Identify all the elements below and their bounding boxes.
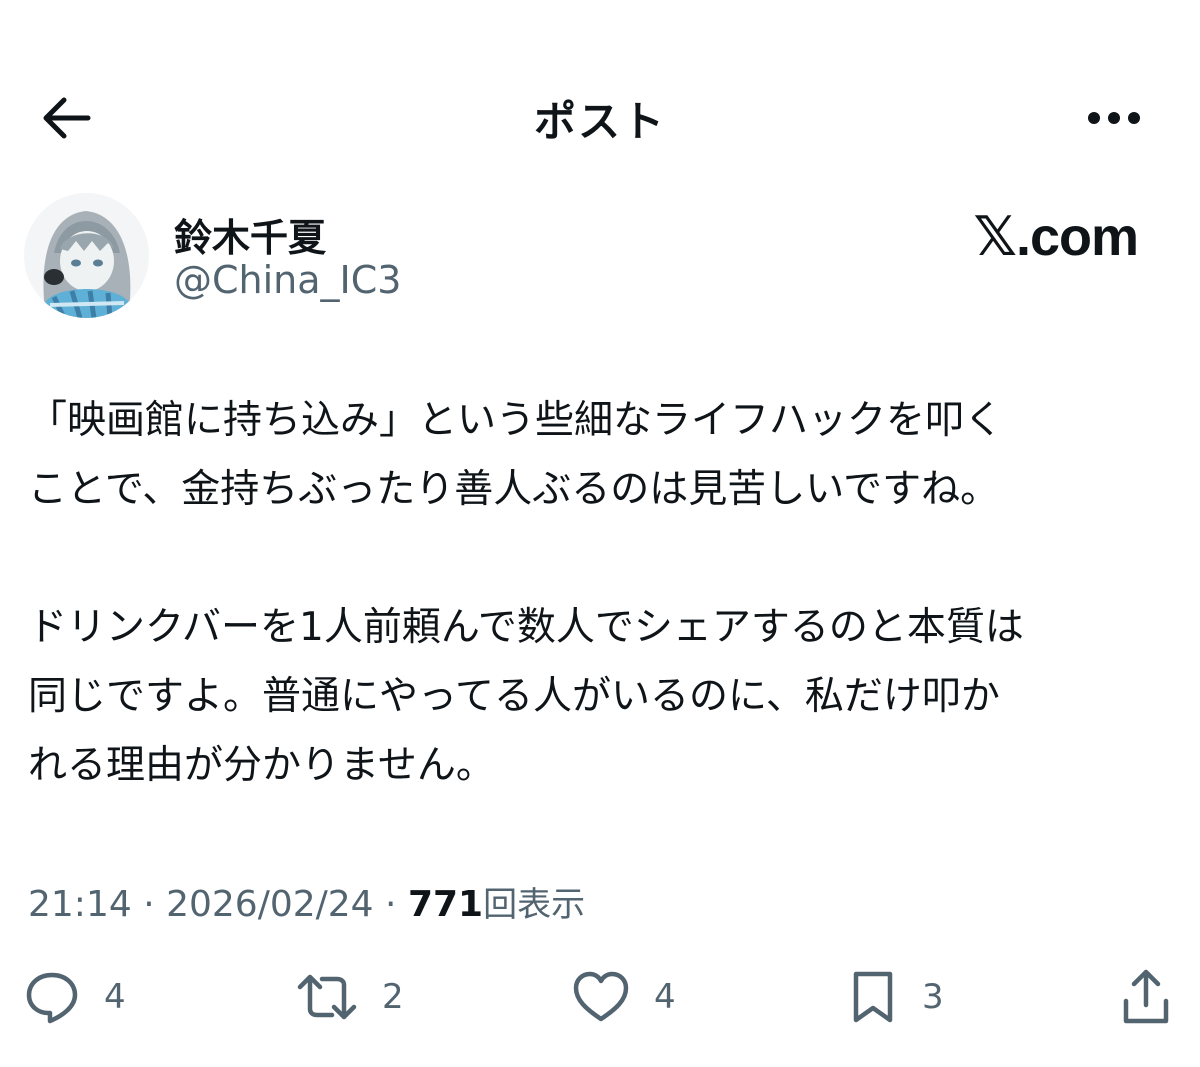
avatar-image <box>24 193 149 318</box>
bookmark-button[interactable]: 3 <box>848 962 944 1032</box>
x-logo-icon: 𝕏 <box>973 205 1017 268</box>
meta-separator: · <box>131 884 167 925</box>
brand-domain: .com <box>1015 207 1139 267</box>
post-line: ドリンクバーを1人前頼んで数人でシェアするのと本質は <box>28 605 1024 650</box>
post-meta: 21:14 · 2026/02/24 · 771回表示 <box>28 877 585 926</box>
top-bar: ポスト <box>0 60 1200 170</box>
post-time[interactable]: 21:14 <box>28 884 132 925</box>
meta-separator: · <box>373 884 408 925</box>
share-icon <box>1123 969 1169 1024</box>
author-row: 鈴木千夏 @China_IC3 𝕏.com <box>24 193 1174 323</box>
post-line: 同じですよ。普通にやってる人がいるのに、私だけ叩か <box>28 674 1000 719</box>
repost-count: 2 <box>382 977 404 1017</box>
more-options-button[interactable] <box>1084 90 1144 146</box>
repost-button[interactable]: 2 <box>296 962 404 1032</box>
bookmark-icon <box>853 971 893 1023</box>
views-count: 771 <box>407 884 484 925</box>
post-body: 「映画館に持ち込み」という些細なライフハックを叩く ことで、金持ちぶったり善人ぶ… <box>28 386 1178 800</box>
post-line: ことで、金持ちぶったり善人ぶるのは見苦しいですね。 <box>28 467 1000 512</box>
like-button[interactable]: 4 <box>572 962 676 1032</box>
post-line: 「映画館に持ち込み」という些細なライフハックを叩く <box>28 398 1004 443</box>
action-bar: 4 2 4 3 <box>0 962 1200 1032</box>
author-handle[interactable]: @China_IC3 <box>174 258 401 302</box>
heart-icon <box>573 971 629 1022</box>
reply-icon <box>26 972 78 1024</box>
bookmark-count: 3 <box>922 977 944 1017</box>
x-com-logo: 𝕏.com <box>973 205 1139 268</box>
more-horizontal-icon <box>1088 112 1140 124</box>
page-title: ポスト <box>533 97 666 146</box>
share-button[interactable] <box>1120 962 1172 1032</box>
avatar[interactable] <box>24 193 149 318</box>
like-count: 4 <box>654 977 676 1017</box>
reply-button[interactable]: 4 <box>24 962 126 1032</box>
post-date[interactable]: 2026/02/24 <box>166 884 374 925</box>
reply-count: 4 <box>104 977 126 1017</box>
post-line: れる理由が分かりません。 <box>28 743 495 788</box>
views-label: 回表示 <box>483 885 586 925</box>
repost-icon <box>297 974 357 1020</box>
author-display-name[interactable]: 鈴木千夏 <box>174 207 326 262</box>
